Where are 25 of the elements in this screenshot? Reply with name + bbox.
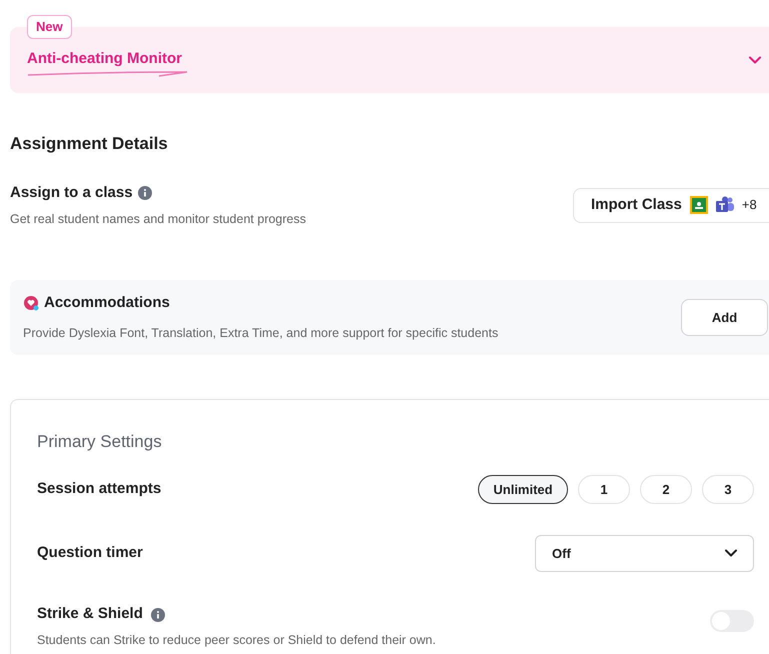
attempt-option[interactable]: 3 — [702, 474, 754, 504]
heart-badge-icon — [23, 294, 39, 311]
info-icon — [150, 608, 165, 622]
accommodations-subtitle: Provide Dyslexia Font, Translation, Extra Time, and more support for specific students — [23, 325, 498, 342]
setting-label: Strike & Shield — [37, 604, 143, 624]
new-badge: New — [27, 15, 72, 39]
setting-description: Students can Strike to reduce peer scores or Shield to defend their own. — [37, 632, 436, 649]
attempt-option[interactable]: 2 — [640, 474, 692, 504]
info-icon — [138, 186, 152, 200]
setting-label: Session attempts — [37, 479, 162, 499]
chevron-down-icon — [749, 56, 761, 64]
classroom-icon — [690, 196, 708, 214]
teams-icon — [716, 196, 734, 214]
timer-dropdown[interactable]: Off — [535, 534, 754, 572]
attempt-option[interactable]: 1 — [578, 474, 630, 504]
import-class-button[interactable]: Import Class +8 — [573, 188, 769, 223]
attempt-option[interactable]: Unlimited — [478, 474, 568, 504]
setting-label: Question timer — [37, 543, 143, 563]
add-button[interactable]: Add — [681, 298, 768, 336]
settings-title: Primary Settings — [37, 430, 163, 453]
accommodations-title: Accommodations — [44, 292, 170, 313]
chevron-down-icon — [725, 549, 737, 558]
section-title: Assignment Details — [10, 133, 169, 155]
assign-title: Assign to a class — [10, 182, 133, 202]
assign-subtitle: Get real student names and monitor student progress — [10, 211, 306, 228]
